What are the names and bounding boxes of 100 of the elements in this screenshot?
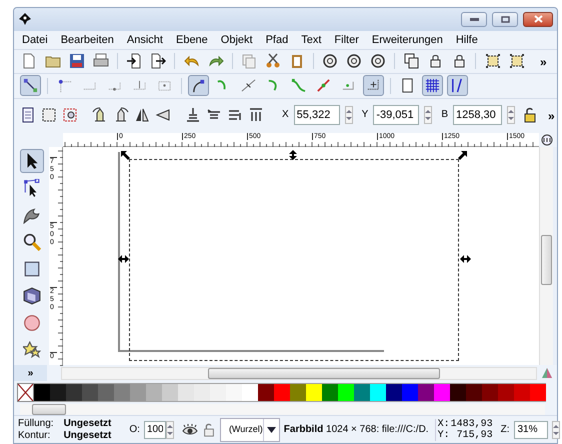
color-swatch[interactable] <box>290 382 306 402</box>
minimize-button[interactable] <box>461 12 487 27</box>
color-swatch[interactable] <box>354 382 370 402</box>
color-swatch[interactable] <box>98 382 114 402</box>
stacked-pages-icon <box>404 53 420 70</box>
cube-icon <box>22 287 40 306</box>
menu-item[interactable]: Bearbeiten <box>60 32 114 48</box>
wave-icon <box>22 206 40 224</box>
menu-item[interactable]: Text <box>301 32 322 48</box>
menu-item[interactable]: Hilfe <box>456 32 478 48</box>
color-swatch[interactable] <box>66 382 82 402</box>
rotate-icon <box>92 106 108 122</box>
scale-handle-icon <box>458 151 467 160</box>
coordinate-field[interactable]: -39,051 <box>373 104 420 124</box>
menu-item[interactable]: Ansicht <box>126 32 163 48</box>
color-swatch[interactable] <box>466 382 482 402</box>
color-swatch[interactable] <box>386 382 402 402</box>
color-swatch[interactable] <box>338 382 354 402</box>
stroke-label: Kontur: <box>18 430 52 442</box>
color-swatch[interactable] <box>370 382 386 402</box>
color-swatch[interactable] <box>34 382 50 402</box>
spin-button[interactable] <box>552 420 560 439</box>
color-swatch[interactable] <box>162 382 178 402</box>
printer-icon <box>92 53 109 70</box>
color-swatch[interactable] <box>274 382 290 402</box>
toggle-button[interactable] <box>363 75 384 96</box>
menu-item[interactable]: Filter <box>334 32 359 48</box>
color-swatch[interactable] <box>306 382 322 402</box>
overflow-button[interactable]: » <box>548 106 555 122</box>
tool-button[interactable] <box>20 149 44 174</box>
export-icon <box>150 53 166 70</box>
color-swatch[interactable] <box>226 382 242 402</box>
node-editor-icon <box>22 179 40 198</box>
color-swatch[interactable] <box>434 382 450 402</box>
coordinate-field[interactable]: 1258,30 <box>453 104 502 124</box>
menu-item[interactable]: Objekt <box>220 32 253 48</box>
color-swatch[interactable] <box>146 382 162 402</box>
vertical-scrollbar[interactable] <box>539 147 553 366</box>
toolbox-overflow-button[interactable]: » <box>14 365 47 382</box>
color-swatch[interactable] <box>82 382 98 402</box>
zoom-icon <box>346 53 362 70</box>
coordinate-field[interactable]: 55,322 <box>294 104 340 124</box>
page-button[interactable] <box>20 104 36 124</box>
toggle-button[interactable] <box>188 75 209 96</box>
circle-icon <box>22 314 40 332</box>
maximize-button[interactable] <box>492 12 518 27</box>
minimize-icon <box>470 18 478 21</box>
toggle-button[interactable] <box>20 75 41 96</box>
color-swatch[interactable] <box>210 382 226 402</box>
scrollbar-thumb[interactable] <box>208 368 440 379</box>
overflow-button[interactable]: » <box>536 53 551 70</box>
color-swatch[interactable] <box>114 382 130 402</box>
spin-button[interactable] <box>344 106 353 124</box>
rotate-button[interactable] <box>113 104 129 124</box>
color-swatch[interactable] <box>514 382 530 402</box>
export-button[interactable] <box>148 51 168 72</box>
layer-lock-button[interactable] <box>202 422 216 438</box>
flip-icon <box>134 106 150 122</box>
toggle-button[interactable] <box>422 75 443 96</box>
color-swatch[interactable] <box>482 382 498 402</box>
duplicate-icon <box>241 53 258 70</box>
scissors-icon <box>264 53 281 70</box>
color-swatch[interactable] <box>450 382 466 402</box>
color-swatch[interactable] <box>194 382 210 402</box>
zoom-field[interactable]: 31% <box>514 420 548 439</box>
palette-scrollbar[interactable] <box>20 404 545 415</box>
color-swatch[interactable] <box>418 382 434 402</box>
color-swatch[interactable] <box>242 382 258 402</box>
scrollbar-thumb[interactable] <box>541 235 552 286</box>
color-swatch[interactable] <box>322 382 338 402</box>
color-swatch[interactable] <box>130 382 146 402</box>
color-swatch[interactable] <box>498 382 514 402</box>
spin-button[interactable] <box>424 106 432 124</box>
x-coordinate: 1483,93 <box>450 418 493 430</box>
path-snap-icon <box>316 78 331 94</box>
lock-button[interactable] <box>522 106 538 124</box>
menu-item[interactable]: Pfad <box>266 32 288 48</box>
color-swatch[interactable] <box>178 382 194 402</box>
toggle-button[interactable] <box>447 75 468 96</box>
opacity-field[interactable]: 100 <box>144 420 166 439</box>
menu-item[interactable]: Erweiterungen <box>372 32 443 48</box>
menu-item[interactable]: Datei <box>22 32 48 48</box>
close-button[interactable] <box>523 12 553 27</box>
menu-item[interactable]: Ebene <box>176 32 208 48</box>
no-paint-swatch[interactable] <box>17 382 34 402</box>
scale-handle-icon <box>118 255 129 264</box>
stars-icon <box>22 341 40 360</box>
color-swatch[interactable] <box>50 382 66 402</box>
snap-toggle-icon <box>23 78 38 94</box>
color-swatch[interactable] <box>530 382 546 402</box>
color-swatch[interactable] <box>402 382 418 402</box>
scrollbar-thumb[interactable] <box>32 404 66 415</box>
stacked-pages-button[interactable] <box>402 51 421 72</box>
spin-button[interactable] <box>507 106 516 124</box>
rotate-button[interactable] <box>92 104 108 124</box>
color-swatch[interactable] <box>258 382 274 402</box>
flip-icon <box>155 106 171 122</box>
layer-dropdown[interactable]: (Wurzel) <box>220 418 280 442</box>
zoom-label: Z: <box>500 423 510 438</box>
horizontal-scrollbar[interactable] <box>61 366 537 380</box>
